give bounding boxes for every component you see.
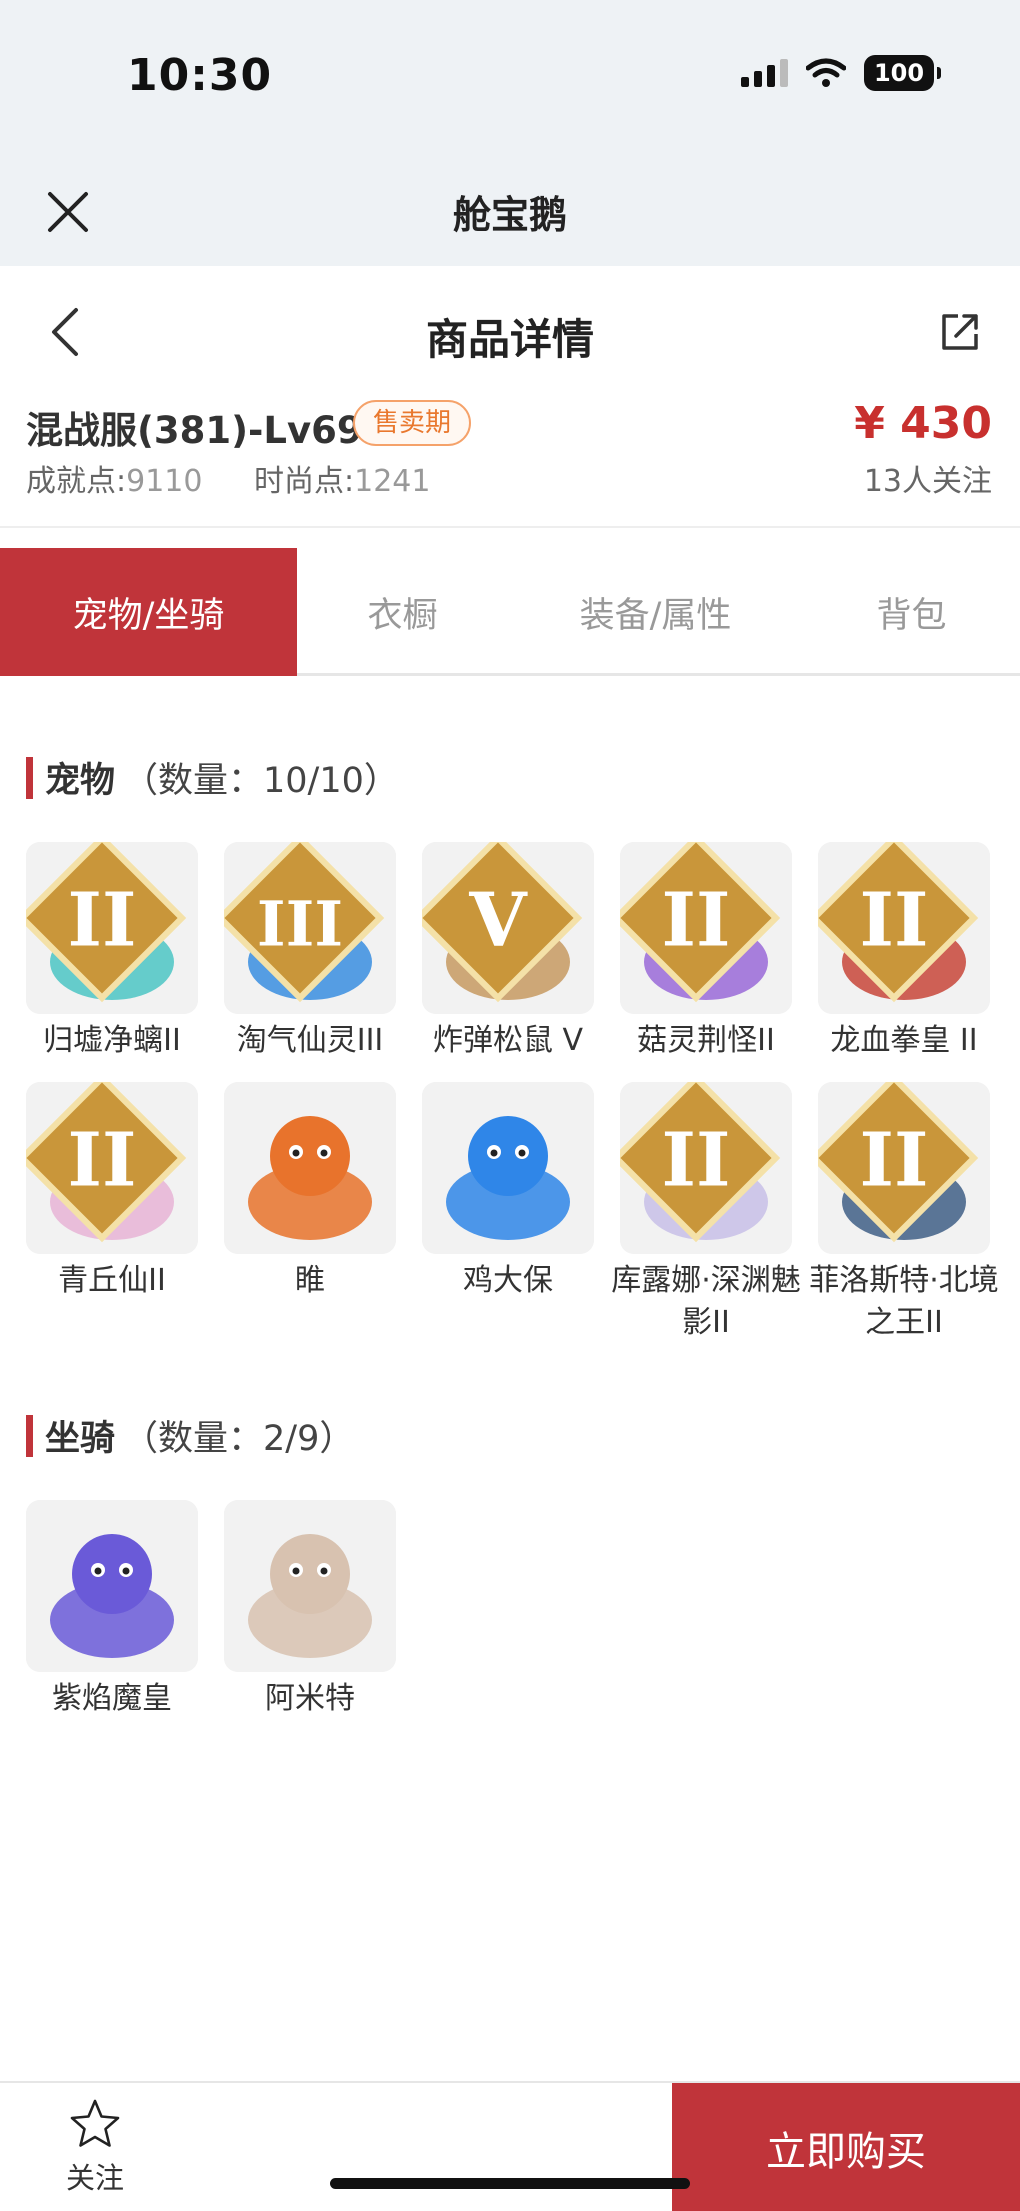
item-card[interactable]: III 淘气仙灵III — [224, 842, 396, 1062]
achievement-label: 成就点: — [26, 464, 127, 499]
fashion-points: 时尚点:1241 — [254, 456, 430, 500]
page-title: 商品详情 — [425, 315, 594, 364]
item-card[interactable]: 鸡大保 — [422, 1082, 594, 1302]
item-thumbnail — [224, 1082, 396, 1254]
item-thumbnail: II — [26, 842, 198, 1014]
rank-label: III — [257, 889, 343, 961]
wifi-icon — [806, 58, 846, 87]
item-thumbnail: II — [818, 842, 990, 1014]
rank-label: II — [662, 878, 731, 964]
item-card[interactable]: 紫焰魔皇 — [26, 1500, 198, 1720]
creature-image — [26, 1500, 198, 1672]
divider — [0, 526, 1020, 528]
rank-badge-icon: V — [422, 842, 583, 1003]
creature-image — [422, 1082, 594, 1254]
cellular-signal-icon — [741, 59, 788, 87]
item-name: 紫焰魔皇 — [52, 1681, 172, 1716]
item-name: 睢 — [295, 1263, 325, 1298]
item-card[interactable]: II 菇灵荆怪II — [620, 842, 792, 1062]
item-card[interactable]: II 归墟净螭II — [26, 842, 198, 1062]
fashion-value: 1241 — [354, 464, 431, 499]
follow-label: 关注 — [65, 2161, 124, 2195]
bottom-bar: 关注 立即购买 — [0, 2081, 1020, 2211]
rank-label: II — [662, 1118, 731, 1204]
rank-badge-icon: II — [818, 1082, 979, 1243]
tab-backpack[interactable]: 背包 — [803, 548, 1020, 676]
item-name: 菇灵荆怪II — [637, 1023, 775, 1058]
item-name: 鸡大保 — [463, 1263, 553, 1298]
rank-badge-icon: II — [26, 842, 187, 1003]
pets-section-header: 宠物 （数量：10/10） — [26, 752, 399, 803]
follow-button[interactable]: 关注 — [40, 2097, 150, 2197]
rank-label: II — [68, 1118, 137, 1204]
item-card[interactable]: 阿米特 — [224, 1500, 396, 1720]
rank-badge-icon: II — [818, 842, 979, 1003]
status-icons: 100 — [741, 55, 941, 91]
item-card[interactable]: V 炸弹松鼠 V — [422, 842, 594, 1062]
item-name: 菲洛斯特·北境之王II — [809, 1263, 999, 1340]
home-indicator — [330, 2178, 690, 2189]
pets-count: （数量：10/10） — [123, 761, 399, 801]
item-thumbnail — [422, 1082, 594, 1254]
item-card[interactable]: II 菲洛斯特·北境之王II — [809, 1082, 999, 1344]
mounts-count: （数量：2/9） — [123, 1419, 355, 1459]
item-card[interactable]: II 龙血拳皇 II — [818, 842, 990, 1062]
fashion-label: 时尚点: — [254, 464, 355, 499]
rank-label: V — [468, 878, 528, 964]
battery-level: 100 — [873, 59, 925, 87]
battery-icon: 100 — [864, 55, 941, 91]
item-thumbnail — [224, 1500, 396, 1672]
rank-label: II — [860, 878, 929, 964]
rank-badge-icon: II — [620, 842, 781, 1003]
rank-badge-icon: III — [224, 842, 385, 1003]
mounts-section-header: 坐骑 （数量：2/9） — [26, 1410, 354, 1461]
item-name: 青丘仙II — [58, 1263, 166, 1298]
item-name: 淘气仙灵III — [236, 1023, 384, 1058]
item-card[interactable]: II 青丘仙II — [26, 1082, 198, 1302]
item-name: 阿米特 — [265, 1681, 355, 1716]
section-accent-bar — [26, 756, 33, 799]
pets-section-title: 宠物 — [45, 761, 116, 801]
achievement-value: 9110 — [126, 464, 203, 499]
creature-image — [224, 1082, 396, 1254]
item-name: 归墟净螭II — [43, 1023, 181, 1058]
item-name: 龙血拳皇 II — [830, 1023, 978, 1058]
item-thumbnail: II — [26, 1082, 198, 1254]
item-thumbnail — [26, 1500, 198, 1672]
buy-now-button[interactable]: 立即购买 — [672, 2083, 1020, 2211]
mounts-section-title: 坐骑 — [45, 1419, 116, 1459]
tab-equipment[interactable]: 装备/属性 — [508, 548, 803, 676]
item-thumbnail: II — [818, 1082, 990, 1254]
item-name: 炸弹松鼠 V — [432, 1023, 584, 1058]
status-time: 10:30 — [127, 50, 273, 101]
tab-bar: 宠物/坐骑 衣橱 装备/属性 背包 — [0, 548, 1020, 676]
price: ¥ 430 — [854, 398, 992, 449]
rank-label: II — [68, 878, 137, 964]
followers-count: 13人关注 — [863, 464, 992, 499]
item-card[interactable]: II 库露娜·深渊魅影II — [611, 1082, 801, 1344]
item-card[interactable]: 睢 — [224, 1082, 396, 1302]
rank-label: II — [860, 1118, 929, 1204]
product-name: 混战服(381)-Lv69 — [26, 409, 363, 452]
item-thumbnail: II — [620, 1082, 792, 1254]
item-thumbnail: II — [620, 842, 792, 1014]
tab-wardrobe[interactable]: 衣橱 — [297, 548, 508, 676]
section-accent-bar — [26, 1414, 33, 1457]
miniapp-title: 舱宝鹅 — [452, 193, 567, 237]
share-icon[interactable] — [938, 310, 982, 354]
item-name: 库露娜·深渊魅影II — [611, 1263, 801, 1340]
page-header: 商品详情 — [0, 266, 1020, 398]
item-thumbnail: III — [224, 842, 396, 1014]
rank-badge-icon: II — [620, 1082, 781, 1243]
rank-badge-icon: II — [26, 1082, 187, 1243]
achievement-points: 成就点:9110 — [26, 456, 202, 500]
item-thumbnail: V — [422, 842, 594, 1014]
status-badge: 售卖期 — [353, 400, 472, 446]
creature-image — [224, 1500, 396, 1672]
tab-pets-mounts[interactable]: 宠物/坐骑 — [0, 548, 297, 676]
star-icon — [70, 2099, 120, 2147]
top-area: 10:30 100 舱宝鹅 — [0, 0, 1020, 266]
